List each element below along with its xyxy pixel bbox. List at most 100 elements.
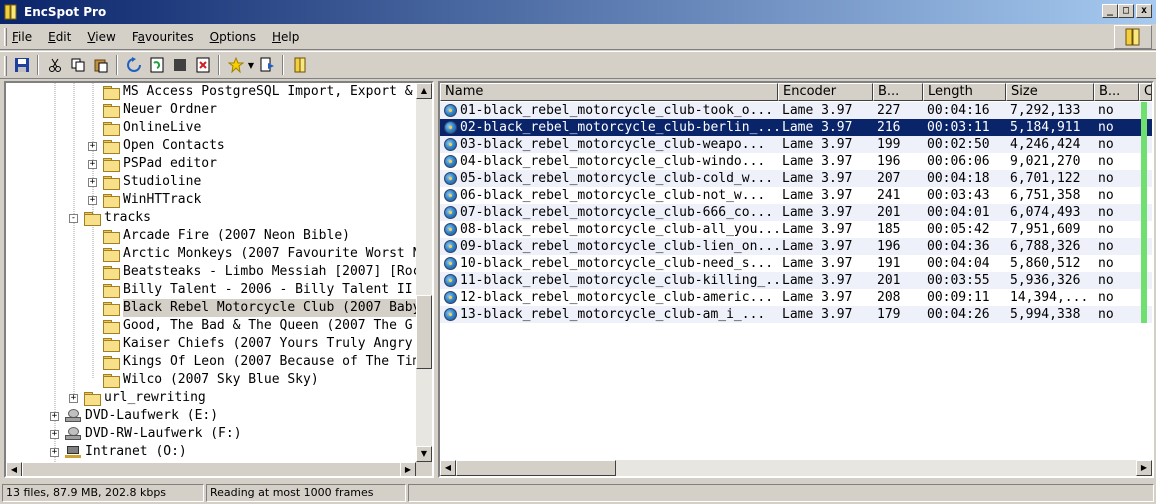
reload-icon[interactable]	[145, 54, 168, 76]
stop-icon[interactable]	[168, 54, 191, 76]
tree-item[interactable]: Kaiser Chiefs (2007 Yours Truly Angry M	[88, 335, 416, 353]
collapse-icon[interactable]: -	[69, 213, 78, 223]
column-header[interactable]: Size	[1006, 83, 1094, 101]
file-row[interactable]: 03-black_rebel_motorcycle_club-weapo... L…	[440, 136, 1152, 153]
refresh-icon[interactable]	[122, 54, 145, 76]
folder-icon	[103, 158, 120, 172]
file-name-cell: 09-black_rebel_motorcycle_club-lien_on..…	[440, 238, 778, 255]
file-length-cell: 00:03:43	[927, 188, 990, 203]
close-button[interactable]: x	[1136, 4, 1152, 18]
tree-item[interactable]: Good, The Bad & The Queen (2007 The G	[88, 317, 413, 335]
tree-item[interactable]: Kings Of Leon (2007 Because of The Tim	[88, 353, 416, 371]
toolbar-separator	[218, 55, 220, 75]
paste-icon[interactable]	[89, 54, 112, 76]
status-color-indicator	[1141, 170, 1147, 187]
tree-item[interactable]: + url_rewriting	[69, 389, 206, 407]
file-row[interactable]: 04-black_rebel_motorcycle_club-windo... L…	[440, 153, 1152, 170]
tree-item[interactable]: Arctic Monkeys (2007 Favourite Worst N	[88, 245, 416, 263]
tree-item[interactable]: + Intranet (O:)	[50, 443, 187, 461]
cut-icon[interactable]	[43, 54, 66, 76]
tree-item[interactable]: + DVD-RW-Laufwerk (F:)	[50, 425, 242, 443]
list-horizontal-scroll-thumb[interactable]	[456, 460, 616, 476]
file-row[interactable]: 02-black_rebel_motorcycle_club-berlin_..…	[440, 119, 1152, 136]
tree-item[interactable]: + Open Contacts	[88, 137, 225, 155]
file-encoder-cell: Lame 3.97	[782, 171, 853, 186]
expand-icon[interactable]: +	[50, 447, 59, 457]
scroll-up-arrow-icon[interactable]: ▲	[416, 83, 432, 99]
column-header[interactable]: Length	[923, 83, 1006, 101]
column-header[interactable]: B...	[873, 83, 923, 101]
list-horizontal-scrollbar[interactable]: ◀ ▶	[440, 460, 1152, 476]
save-icon[interactable]	[10, 54, 33, 76]
file-row[interactable]: 13-black_rebel_motorcycle_club-am_i_... L…	[440, 306, 1152, 323]
scroll-right-arrow-icon[interactable]: ▶	[400, 462, 416, 476]
status-color-indicator	[1141, 204, 1147, 221]
maximize-button[interactable]: □	[1118, 4, 1134, 18]
tree-item[interactable]: + PSPad editor	[88, 155, 217, 173]
tree-horizontal-scrollbar[interactable]: ◀ ▶	[6, 462, 416, 476]
column-header[interactable]: Name	[440, 83, 778, 101]
expand-icon[interactable]: +	[88, 159, 97, 169]
tree-item[interactable]: + Studioline	[88, 173, 201, 191]
column-header[interactable]: C	[1139, 83, 1152, 101]
menu-view[interactable]: View	[87, 30, 115, 44]
expand-icon[interactable]: +	[88, 141, 97, 151]
column-header[interactable]: Encoder	[778, 83, 873, 101]
expand-icon[interactable]: +	[50, 429, 59, 439]
file-row[interactable]: 09-black_rebel_motorcycle_club-lien_on..…	[440, 238, 1152, 255]
tree-item[interactable]: MS Access PostgreSQL Import, Export &	[88, 83, 413, 101]
audio-file-icon	[444, 274, 457, 287]
tree-item[interactable]: - tracks	[69, 209, 151, 227]
copy-icon[interactable]	[66, 54, 89, 76]
scroll-left-arrow-icon[interactable]: ◀	[6, 462, 22, 476]
tree-item[interactable]: Neuer Ordner	[88, 101, 217, 119]
tree-item[interactable]: Billy Talent - 2006 - Billy Talent II	[88, 281, 413, 299]
audio-file-icon	[444, 240, 457, 253]
file-row[interactable]: 06-black_rebel_motorcycle_club-not_w... L…	[440, 187, 1152, 204]
tree-item[interactable]: Wilco (2007 Sky Blue Sky)	[88, 371, 319, 389]
tree-vertical-scroll-thumb[interactable]	[416, 295, 432, 369]
favourites-star-icon[interactable]	[224, 54, 247, 76]
expand-icon[interactable]: +	[50, 411, 59, 421]
tree-item[interactable]: Black Rebel Motorcycle Club (2007 Baby	[88, 299, 416, 317]
file-flag-cell: no	[1098, 205, 1114, 220]
file-name-cell: 03-black_rebel_motorcycle_club-weapo...	[440, 136, 778, 153]
tree-item[interactable]: OnlineLive	[88, 119, 201, 137]
minimize-button[interactable]: _	[1102, 4, 1118, 18]
file-row[interactable]: 11-black_rebel_motorcycle_club-killing_.…	[440, 272, 1152, 289]
file-row[interactable]: 05-black_rebel_motorcycle_club-cold_w...…	[440, 170, 1152, 187]
file-row[interactable]: 01-black_rebel_motorcycle_club-took_o...…	[440, 102, 1152, 119]
tree-item[interactable]: + DVD-Laufwerk (E:)	[50, 407, 218, 425]
file-row[interactable]: 12-black_rebel_motorcycle_club-americ...…	[440, 289, 1152, 306]
column-header[interactable]: B...	[1094, 83, 1139, 101]
delete-icon[interactable]	[191, 54, 214, 76]
scroll-left-arrow-icon[interactable]: ◀	[440, 460, 456, 476]
menubar-grip[interactable]	[4, 28, 7, 46]
toolbar-grip[interactable]	[4, 56, 7, 76]
file-encoder-cell: Lame 3.97	[782, 307, 853, 322]
favourites-dropdown-icon[interactable]: ▼	[247, 61, 255, 70]
scroll-right-arrow-icon[interactable]: ▶	[1136, 460, 1152, 476]
status-color-indicator	[1141, 102, 1147, 119]
tree-item[interactable]: Arcade Fire (2007 Neon Bible)	[88, 227, 350, 245]
expand-icon[interactable]: +	[69, 393, 78, 403]
file-row[interactable]: 08-black_rebel_motorcycle_club-all_you..…	[440, 221, 1152, 238]
menu-help[interactable]: Help	[272, 30, 299, 44]
tree-item[interactable]: + WinHTTrack	[88, 191, 201, 209]
scroll-down-arrow-icon[interactable]: ▼	[416, 446, 432, 462]
tree-item[interactable]: Beatsteaks - Limbo Messiah [2007] [Roc	[88, 263, 416, 281]
menu-favourites[interactable]: Favourites	[132, 30, 194, 44]
status-color-indicator	[1141, 289, 1147, 306]
expand-icon[interactable]: +	[88, 195, 97, 205]
tree-vertical-scrollbar[interactable]: ▲ ▼	[416, 83, 432, 462]
folder-icon	[84, 392, 101, 406]
menu-file[interactable]: File	[12, 30, 32, 44]
menu-edit[interactable]: Edit	[48, 30, 71, 44]
menu-options[interactable]: Options	[210, 30, 256, 44]
export-icon[interactable]	[255, 54, 278, 76]
tree-horizontal-scroll-thumb[interactable]	[22, 462, 404, 476]
expand-icon[interactable]: +	[88, 177, 97, 187]
file-row[interactable]: 07-black_rebel_motorcycle_club-666_co...…	[440, 204, 1152, 221]
file-row[interactable]: 10-black_rebel_motorcycle_club-need_s...…	[440, 255, 1152, 272]
about-icon[interactable]	[288, 54, 311, 76]
